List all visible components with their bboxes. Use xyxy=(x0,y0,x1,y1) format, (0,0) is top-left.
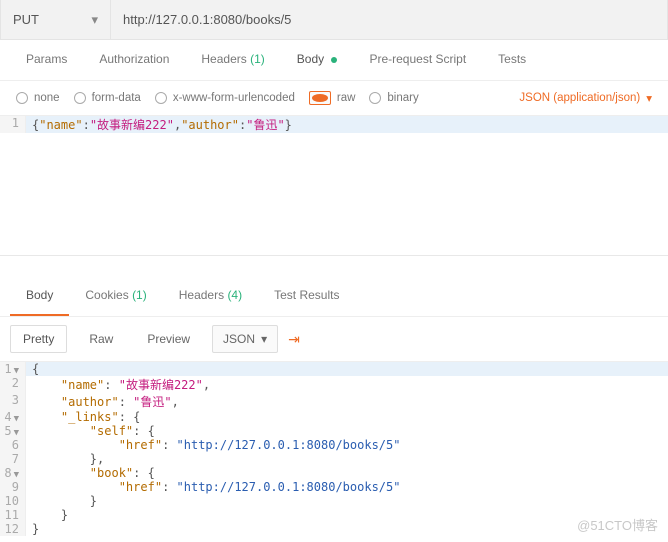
radio-icon xyxy=(16,92,28,104)
code-line: {"name":"故事新编222","author":"鲁迅"} xyxy=(26,116,668,133)
request-body-editor[interactable]: 1 {"name":"故事新编222","author":"鲁迅"} xyxy=(0,116,668,256)
body-type-options: none form-data x-www-form-urlencoded raw… xyxy=(0,81,668,116)
tab-authorization[interactable]: Authorization xyxy=(83,40,185,80)
request-tabs: Params Authorization Headers (1) Body Pr… xyxy=(0,40,668,81)
url-text: http://127.0.0.1:8080/books/5 xyxy=(123,12,291,27)
radio-none[interactable]: none xyxy=(16,92,60,104)
tab-prerequest-script[interactable]: Pre-request Script xyxy=(353,40,482,80)
radio-icon xyxy=(369,92,381,104)
response-body-editor[interactable]: 1▼{ 2 "name": "故事新编222", 3 "author": "鲁迅… xyxy=(0,362,668,536)
radio-icon xyxy=(155,92,167,104)
resp-tab-body[interactable]: Body xyxy=(10,276,69,316)
preview-button[interactable]: Preview xyxy=(135,326,202,352)
chevron-down-icon: ▾ xyxy=(261,332,267,346)
radio-urlencoded[interactable]: x-www-form-urlencoded xyxy=(155,92,295,104)
chevron-down-icon: ▾ xyxy=(646,91,652,105)
radio-form-data[interactable]: form-data xyxy=(74,92,141,104)
radio-icon xyxy=(74,92,86,104)
response-tabs: Body Cookies (1) Headers (4) Test Result… xyxy=(0,276,668,317)
radio-raw[interactable]: raw xyxy=(309,91,356,105)
resp-tab-headers[interactable]: Headers (4) xyxy=(163,276,258,316)
pretty-button[interactable]: Pretty xyxy=(10,325,67,353)
resp-headers-count: (4) xyxy=(227,288,242,302)
line-gutter: 1 xyxy=(0,116,26,133)
tab-params[interactable]: Params xyxy=(10,40,83,80)
http-method-label: PUT xyxy=(13,12,39,27)
tab-headers[interactable]: Headers (1) xyxy=(185,40,280,80)
radio-selected-icon xyxy=(309,91,331,105)
url-input[interactable]: http://127.0.0.1:8080/books/5 xyxy=(111,0,667,39)
body-active-dot-icon xyxy=(331,57,337,63)
headers-count: (1) xyxy=(250,52,265,66)
resp-tab-cookies[interactable]: Cookies (1) xyxy=(69,276,162,316)
content-type-dropdown[interactable]: JSON (application/json) ▾ xyxy=(519,91,652,105)
resp-tab-test-results[interactable]: Test Results xyxy=(258,276,355,316)
tab-tests[interactable]: Tests xyxy=(482,40,542,80)
wrap-lines-icon[interactable]: ⇥ xyxy=(288,331,300,348)
radio-binary[interactable]: binary xyxy=(369,92,418,104)
response-toolbar: Pretty Raw Preview JSON ▾ ⇥ xyxy=(0,317,668,362)
tab-body[interactable]: Body xyxy=(281,40,354,80)
watermark: @51CTO博客 xyxy=(577,515,658,534)
cookies-count: (1) xyxy=(132,288,147,302)
request-topbar: PUT ▾ http://127.0.0.1:8080/books/5 xyxy=(0,0,668,40)
raw-button[interactable]: Raw xyxy=(77,326,125,352)
response-lang-dropdown[interactable]: JSON ▾ xyxy=(212,325,278,353)
http-method-dropdown[interactable]: PUT ▾ xyxy=(1,0,111,39)
chevron-down-icon: ▾ xyxy=(91,12,98,28)
